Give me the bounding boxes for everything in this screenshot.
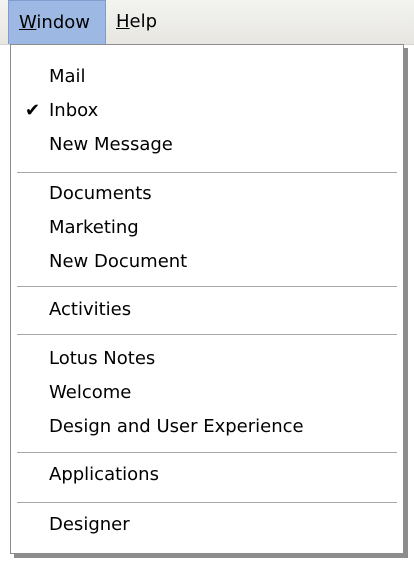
menu-item-new-message[interactable]: New Message <box>11 128 403 162</box>
window-dropdown-menu: Mail ✔ Inbox New Message Documents Marke… <box>10 44 404 554</box>
menu-item-label: Welcome <box>49 382 132 403</box>
menu-item-label: Inbox <box>49 100 99 121</box>
menu-separator <box>17 172 397 174</box>
menu-item-label: Documents <box>49 183 152 204</box>
menu-help-label: elp <box>129 11 158 32</box>
menu-item-mail[interactable]: Mail <box>11 60 403 94</box>
menu-help-mnemonic: H <box>116 11 130 32</box>
menu-item-lotus-notes[interactable]: Lotus Notes <box>11 342 403 376</box>
menu-item-designer[interactable]: Designer <box>11 508 403 542</box>
menu-bar: Window Help <box>0 0 414 45</box>
menu-item-label: New Message <box>49 134 173 155</box>
menu-item-label: Applications <box>49 464 159 485</box>
menu-separator <box>17 286 397 288</box>
menu-window-label: indow <box>36 12 90 33</box>
menu-separator <box>17 502 397 504</box>
menu-item-activities[interactable]: Activities <box>11 293 403 327</box>
menu-item-marketing[interactable]: Marketing <box>11 211 403 245</box>
menu-help[interactable]: Help <box>106 0 176 44</box>
menu-separator <box>17 452 397 454</box>
checkmark-icon: ✔ <box>25 100 41 121</box>
menu-separator <box>17 334 397 336</box>
menu-item-label: New Document <box>49 251 188 272</box>
menu-item-label: Lotus Notes <box>49 348 156 369</box>
menu-item-label: Designer <box>49 514 130 535</box>
menu-item-applications[interactable]: Applications <box>11 458 403 492</box>
menu-item-label: Marketing <box>49 217 139 238</box>
menu-item-label: Design and User Experience <box>49 416 304 437</box>
menu-item-design-user-experience[interactable]: Design and User Experience <box>11 410 403 444</box>
app-stage: Window Help Mail ✔ Inbox New Message Doc… <box>0 0 414 564</box>
menu-item-label: Mail <box>49 66 86 87</box>
menu-window[interactable]: Window <box>8 0 106 44</box>
menu-item-welcome[interactable]: Welcome <box>11 376 403 410</box>
menu-item-inbox[interactable]: ✔ Inbox <box>11 94 403 128</box>
menu-item-documents[interactable]: Documents <box>11 177 403 211</box>
menu-item-new-document[interactable]: New Document <box>11 245 403 279</box>
menu-window-mnemonic: W <box>19 12 37 33</box>
menu-item-label: Activities <box>49 299 132 320</box>
